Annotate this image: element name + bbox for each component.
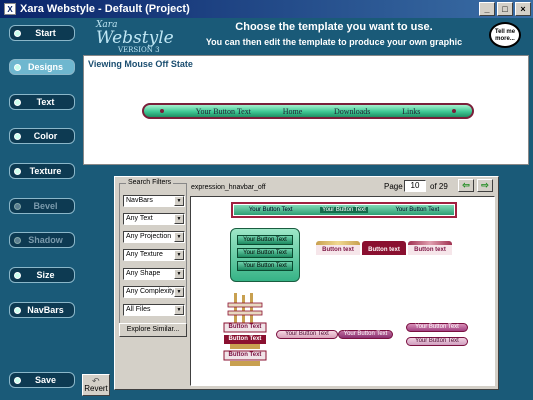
minimize-button[interactable]: _ bbox=[479, 2, 495, 16]
filter-shape-select[interactable]: Any Shape ▼ bbox=[123, 268, 185, 280]
bullet-icon bbox=[14, 98, 21, 106]
dropdown-arrow-icon: ▼ bbox=[174, 250, 184, 260]
app-icon: X bbox=[4, 3, 16, 15]
bullet-icon bbox=[14, 29, 21, 37]
prev-page-button[interactable]: ⇦ bbox=[458, 179, 474, 192]
preview-button-1: Your Button Text bbox=[195, 106, 251, 116]
filter-text-select[interactable]: Any Text ▼ bbox=[123, 213, 185, 225]
sidebar-item-color[interactable]: Color bbox=[9, 128, 75, 144]
sidebar-item-designs[interactable]: Designs bbox=[9, 59, 75, 75]
filter-type-select[interactable]: NavBars ▼ bbox=[123, 195, 185, 207]
search-filters-label: Search Filters bbox=[126, 179, 174, 186]
revert-button[interactable]: ↶ Revert bbox=[82, 374, 110, 396]
bullet-icon bbox=[14, 236, 21, 244]
template-browser: Search Filters NavBars ▼ Any Text ▼ Any Pr… bbox=[114, 176, 499, 390]
template-gallery: Your Button Text Your Button Text Your B… bbox=[190, 196, 495, 386]
preview-title: Viewing Mouse Off State bbox=[88, 59, 193, 69]
preview-button-2: Home bbox=[282, 106, 303, 116]
dropdown-arrow-icon: ▼ bbox=[174, 287, 184, 297]
page-number-input[interactable]: 10 bbox=[404, 180, 426, 192]
navbar-cap bbox=[452, 109, 457, 113]
sidebar-item-texture[interactable]: Texture bbox=[9, 163, 75, 179]
bullet-icon bbox=[14, 202, 21, 210]
page-count: of 29 bbox=[430, 182, 448, 191]
dropdown-arrow-icon: ▼ bbox=[174, 269, 184, 279]
sidebar-item-navbars[interactable]: NavBars bbox=[9, 302, 75, 318]
search-filters: Search Filters NavBars ▼ Any Text ▼ Any Pr… bbox=[119, 179, 187, 335]
subheadline: You can then edit the template to produc… bbox=[205, 37, 463, 47]
dropdown-arrow-icon: ▼ bbox=[174, 196, 184, 206]
navbar-cap bbox=[159, 109, 164, 113]
maximize-button[interactable]: □ bbox=[497, 2, 513, 16]
dropdown-arrow-icon: ▼ bbox=[174, 305, 184, 315]
page-label: Page bbox=[384, 182, 403, 191]
preview-navbar: Your Button Text Home Downloads Links bbox=[142, 103, 474, 119]
filter-complexity-select[interactable]: Any Complexity ▼ bbox=[123, 286, 185, 298]
ornament-graphic bbox=[223, 293, 267, 366]
window-title: Xara Webstyle - Default (Project) bbox=[20, 3, 190, 15]
title-bar: X Xara Webstyle - Default (Project) _ □ … bbox=[0, 0, 533, 18]
sidebar-item-size[interactable]: Size bbox=[9, 267, 75, 283]
filter-texture-select[interactable]: Any Texture ▼ bbox=[123, 249, 185, 261]
preview-panel: Viewing Mouse Off State Your Button Text… bbox=[83, 55, 529, 165]
sidebar-item-bevel[interactable]: Bevel bbox=[9, 198, 75, 214]
explore-similar-button[interactable]: Explore Similar... bbox=[119, 323, 187, 337]
dropdown-arrow-icon: ▼ bbox=[174, 214, 184, 224]
bullet-icon bbox=[14, 306, 21, 314]
sidebar-item-save[interactable]: Save bbox=[9, 372, 75, 388]
template-thumb-green-stack[interactable]: Your Button Text Your Button Text Your B… bbox=[230, 228, 300, 282]
bullet-icon bbox=[14, 167, 21, 175]
undo-arrow-icon: ↶ bbox=[92, 376, 100, 386]
sidebar-item-shadow[interactable]: Shadow bbox=[9, 232, 75, 248]
tell-me-more-button[interactable]: Tell me more... bbox=[489, 22, 521, 48]
sidebar-item-text[interactable]: Text bbox=[9, 94, 75, 110]
headline: Choose the template you want to use. bbox=[235, 21, 433, 33]
bullet-icon bbox=[14, 63, 21, 71]
bullet-icon bbox=[14, 132, 21, 140]
filter-files-select[interactable]: All Files ▼ bbox=[123, 304, 185, 316]
bullet-icon bbox=[14, 376, 21, 384]
preview-button-4: Links bbox=[402, 106, 421, 116]
webstyle-logo: Xara Webstyle VERSION 3 bbox=[96, 20, 174, 54]
header: Xara Webstyle VERSION 3 Choose the templ… bbox=[76, 18, 533, 54]
filter-projection-select[interactable]: Any Projection ▼ bbox=[123, 231, 185, 243]
next-page-button[interactable]: ⇨ bbox=[477, 179, 493, 192]
template-thumb-ornate-stack[interactable]: Button Text Button Text Button Text bbox=[220, 293, 270, 371]
sidebar-item-start[interactable]: Start bbox=[9, 25, 75, 41]
template-name: expression_hnavbar_off bbox=[191, 184, 266, 191]
close-button[interactable]: × bbox=[515, 2, 531, 16]
template-thumb-selected[interactable]: Your Button Text Your Button Text Your B… bbox=[231, 202, 457, 218]
dropdown-arrow-icon: ▼ bbox=[174, 232, 184, 242]
preview-button-3: Downloads bbox=[333, 106, 371, 116]
bullet-icon bbox=[14, 271, 21, 279]
